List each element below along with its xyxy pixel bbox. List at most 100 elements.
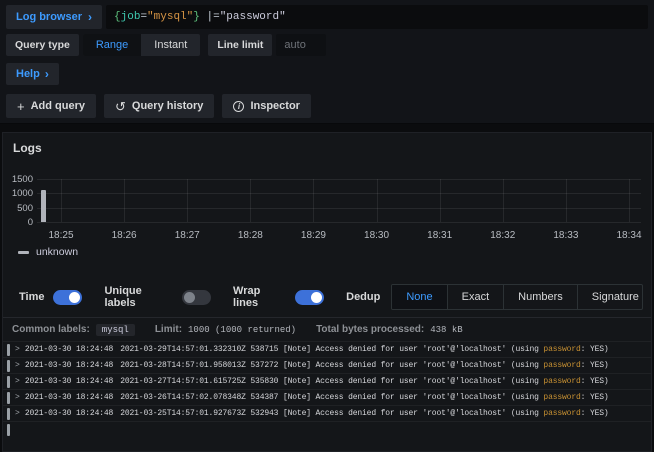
chart-legend: unknown bbox=[18, 245, 78, 259]
log-timestamp: 2021-03-30 18:24:48 bbox=[25, 409, 113, 418]
toggle-knob bbox=[184, 292, 195, 303]
wrap-lines-toggle[interactable] bbox=[295, 290, 324, 305]
x-gridline bbox=[250, 179, 251, 222]
log-message: 2021-03-26T14:57:02.078348Z 534387 [Note… bbox=[120, 393, 543, 402]
history-icon: ↺ bbox=[115, 100, 126, 113]
x-gridline bbox=[377, 179, 378, 222]
expand-row-icon[interactable]: > bbox=[15, 345, 20, 354]
inspector-button[interactable]: i Inspector bbox=[222, 94, 311, 118]
log-level-bar bbox=[7, 360, 10, 372]
time-toggle-label: Time bbox=[19, 291, 44, 303]
log-level-bar bbox=[7, 392, 10, 404]
plot-area[interactable] bbox=[37, 179, 641, 222]
log-message: : YES) bbox=[581, 377, 609, 386]
panel-title: Logs bbox=[13, 141, 42, 155]
log-row[interactable]: >2021-03-30 18:24:482021-03-27T14:57:01.… bbox=[3, 373, 651, 389]
button-label: Inspector bbox=[250, 100, 300, 112]
x-gridline bbox=[566, 179, 567, 222]
dedup-option-none[interactable]: None bbox=[392, 285, 446, 309]
log-line: 2021-03-30 18:24:482021-03-27T14:57:01.6… bbox=[25, 377, 609, 386]
log-row[interactable]: >2021-03-30 18:24:482021-03-26T14:57:02.… bbox=[3, 389, 651, 405]
log-message: : YES) bbox=[581, 409, 609, 418]
log-row[interactable]: >2021-03-30 18:24:48 2021-03-28T14:57:01.… bbox=[3, 357, 651, 373]
log-line: 2021-03-30 18:24:48 2021-03-25T14:57:01.9… bbox=[25, 409, 609, 418]
x-gridline bbox=[187, 179, 188, 222]
log-timestamp: 2021-03-30 18:24:48 bbox=[25, 377, 113, 386]
x-axis-tick: 18:32 bbox=[481, 230, 525, 241]
x-axis-tick: 18:33 bbox=[544, 230, 588, 241]
log-match-highlight: password bbox=[543, 377, 580, 386]
x-axis-tick: 18:30 bbox=[355, 230, 399, 241]
query-token: "password" bbox=[220, 11, 286, 23]
x-gridline bbox=[503, 179, 504, 222]
x-axis-tick: 18:25 bbox=[39, 230, 83, 241]
legend-series-marker bbox=[18, 251, 29, 254]
log-match-highlight: password bbox=[543, 361, 580, 370]
query-type-label: Query type bbox=[6, 34, 79, 56]
chevron-right-icon: › bbox=[88, 11, 92, 23]
dedup-label: Dedup bbox=[346, 291, 380, 303]
button-label: Query history bbox=[132, 100, 204, 112]
expand-row-icon[interactable]: > bbox=[15, 409, 20, 418]
log-match-highlight: password bbox=[543, 393, 580, 402]
add-query-button[interactable]: +Add query bbox=[6, 94, 96, 118]
expand-row-icon[interactable]: > bbox=[15, 361, 20, 370]
help-row: Help › bbox=[6, 63, 59, 85]
toggle-knob bbox=[69, 292, 80, 303]
query-type-group: RangeInstant bbox=[83, 34, 200, 56]
limit-value: 1000 (1000 returned) bbox=[188, 325, 296, 335]
help-label: Help bbox=[16, 68, 40, 80]
log-message: : YES) bbox=[581, 361, 609, 370]
log-row-partial[interactable] bbox=[3, 421, 651, 437]
unique-labels-toggle[interactable] bbox=[182, 290, 211, 305]
log-row[interactable]: >2021-03-30 18:24:482021-03-29T14:57:01.… bbox=[3, 341, 651, 357]
x-gridline bbox=[124, 179, 125, 222]
expand-row-icon[interactable]: > bbox=[15, 377, 20, 386]
log-line: 2021-03-30 18:24:482021-03-26T14:57:02.0… bbox=[25, 393, 609, 402]
log-browser-label: Log browser bbox=[16, 11, 82, 23]
y-axis-tick: 500 bbox=[11, 203, 33, 214]
x-axis-tick: 18:27 bbox=[165, 230, 209, 241]
log-message: : YES) bbox=[581, 345, 609, 354]
info-circle-icon: i bbox=[233, 101, 244, 112]
y-gridline bbox=[37, 222, 641, 223]
query-token: } bbox=[193, 11, 200, 23]
log-timestamp: 2021-03-30 18:24:48 bbox=[25, 361, 113, 370]
log-message: 2021-03-29T14:57:01.332310Z 538715 [Note… bbox=[120, 345, 543, 354]
query-token: { bbox=[114, 11, 121, 23]
query-type-option-range[interactable]: Range bbox=[83, 34, 141, 56]
time-toggle[interactable] bbox=[53, 290, 82, 305]
query-expression-input[interactable]: {job="mysql"} |="password" bbox=[106, 5, 648, 29]
x-gridline bbox=[629, 179, 630, 222]
y-axis-tick: 1500 bbox=[11, 174, 33, 185]
bytes-processed-label: Total bytes processed: bbox=[316, 324, 424, 335]
line-limit-label: Line limit bbox=[208, 34, 272, 56]
query-history-button[interactable]: ↺ Query history bbox=[104, 94, 214, 118]
wrap-lines-toggle-label: Wrap lines bbox=[233, 285, 286, 309]
log-message: 2021-03-25T14:57:01.927673Z 532943 [Note… bbox=[120, 409, 543, 418]
x-axis-tick: 18:29 bbox=[291, 230, 335, 241]
line-limit-input[interactable] bbox=[276, 34, 326, 56]
dedup-option-signature[interactable]: Signature bbox=[577, 285, 643, 309]
query-token: |= bbox=[200, 11, 220, 23]
expand-row-icon[interactable]: > bbox=[15, 393, 20, 402]
common-labels-label: Common labels: bbox=[12, 324, 90, 335]
log-row[interactable]: >2021-03-30 18:24:48 2021-03-25T14:57:01.… bbox=[3, 405, 651, 421]
legend-series-label[interactable]: unknown bbox=[36, 246, 78, 258]
help-button[interactable]: Help › bbox=[6, 63, 59, 85]
log-rows: >2021-03-30 18:24:48 2021-03-29T14:57:01.… bbox=[3, 341, 651, 451]
query-options-row: Query type RangeInstant Line limit bbox=[6, 34, 326, 56]
query-type-option-instant[interactable]: Instant bbox=[141, 34, 200, 56]
x-axis-tick: 18:26 bbox=[102, 230, 146, 241]
log-browser-button[interactable]: Log browser › bbox=[6, 5, 102, 29]
button-label: Add query bbox=[31, 100, 85, 112]
x-axis-tick: 18:28 bbox=[228, 230, 272, 241]
unique-labels-toggle-label: Unique labels bbox=[104, 285, 173, 309]
chevron-right-icon: › bbox=[45, 68, 49, 80]
log-match-highlight: password bbox=[543, 345, 580, 354]
dedup-option-numbers[interactable]: Numbers bbox=[503, 285, 577, 309]
query-editor-panel: Log browser › {job="mysql"} |="password"… bbox=[0, 0, 654, 124]
log-message: 2021-03-28T14:57:01.958013Z 537272 [Note… bbox=[120, 361, 543, 370]
dedup-option-exact[interactable]: Exact bbox=[447, 285, 504, 309]
toolbar: +Add query ↺ Query history i Inspector bbox=[6, 94, 311, 118]
